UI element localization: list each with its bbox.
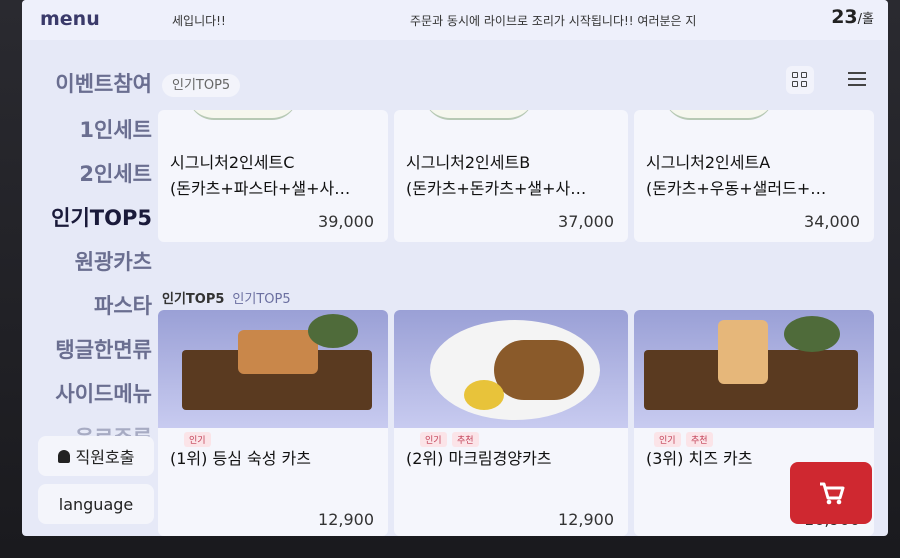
- menu-desc: (돈카츠+파스타+샐+사…: [170, 179, 351, 198]
- sidebar-item-top5[interactable]: 인기TOP5: [51, 202, 152, 232]
- tab-bar: 인기TOP5: [162, 74, 241, 97]
- badge-popular: 인기: [654, 432, 681, 447]
- food-photo: [158, 310, 388, 428]
- menu-desc: (돈카츠+돈카츠+샐+사…: [406, 179, 587, 198]
- menu-card[interactable]: 시그니처2인세트A (돈카츠+우동+샐러드+… 34,000: [634, 110, 874, 242]
- food-plate-image: [188, 110, 298, 120]
- grid-view-icon[interactable]: [786, 66, 814, 94]
- katsu-image: [238, 330, 318, 374]
- food-photo: [394, 310, 628, 428]
- badge-recommend: 추천: [686, 432, 713, 447]
- table-number: 23/홀: [831, 6, 874, 28]
- food-plate-image: [424, 110, 534, 120]
- food-plate-image: [664, 110, 774, 120]
- menu-name: (3위) 치즈 카츠: [646, 449, 753, 468]
- section-header: 인기TOP5 인기TOP5: [162, 288, 291, 307]
- badge-popular: 인기: [420, 432, 447, 447]
- table-suffix: /홀: [857, 12, 874, 27]
- bell-icon: [57, 449, 70, 463]
- salad-bowl-image: [784, 316, 840, 352]
- menu-desc: (돈카츠+우동+샐러드+…: [646, 179, 827, 198]
- sidebar-item-side[interactable]: 사이드메뉴: [55, 378, 152, 408]
- notice-marquee: 세입니다!! 주문과 동시에 라이브로 조리가 시작됩니다!! 여러분은 지: [172, 12, 696, 29]
- kiosk-screen: menu 세입니다!! 주문과 동시에 라이브로 조리가 시작됩니다!! 여러분…: [22, 0, 888, 536]
- list-view-icon[interactable]: [848, 72, 866, 86]
- menu-price: 12,900: [318, 510, 374, 529]
- device-frame: menu 세입니다!! 주문과 동시에 라이브로 조리가 시작됩니다!! 여러분…: [0, 0, 900, 558]
- menu-name: (1위) 등심 숙성 카츠: [170, 449, 311, 468]
- food-photo: [634, 310, 874, 428]
- menu-card[interactable]: (1위) 등심 숙성 카츠 12,900: [158, 310, 388, 536]
- staff-call-button[interactable]: 직원호출: [38, 436, 154, 476]
- cheese-katsu-image: [718, 320, 768, 384]
- sauce-katsu-image: [494, 340, 584, 400]
- menu-price: 12,900: [558, 510, 614, 529]
- cart-icon: [820, 482, 845, 505]
- menu-price: 34,000: [804, 212, 860, 231]
- salad-bowl-image: [308, 314, 358, 348]
- sidebar-item-double-set[interactable]: 2인세트: [79, 158, 152, 188]
- sidebar-item-noodles[interactable]: 탱글한면류: [55, 334, 152, 364]
- sidebar-item-event[interactable]: 이벤트참여: [55, 68, 152, 98]
- marquee-text-1: 세입니다!!: [172, 14, 226, 28]
- menu-name: (2위) 마크림경양카츠: [406, 449, 552, 468]
- menu-card[interactable]: (2위) 마크림경양카츠 12,900: [394, 310, 628, 536]
- section-subtitle: 인기TOP5: [232, 292, 291, 307]
- menu-price: 39,000: [318, 212, 374, 231]
- menu-price: 37,000: [558, 212, 614, 231]
- table-number-value: 23: [831, 6, 858, 28]
- sidebar-item-pasta[interactable]: 파스타: [94, 290, 152, 320]
- menu-name: 시그니처2인세트A: [646, 153, 771, 172]
- menu-card[interactable]: 시그니처2인세트B (돈카츠+돈카츠+샐+사… 37,000: [394, 110, 628, 242]
- badge-popular: 인기: [184, 432, 211, 447]
- badge-recommend: 추천: [452, 432, 479, 447]
- section-title: 인기TOP5: [162, 292, 225, 307]
- cart-button[interactable]: [790, 462, 872, 524]
- menu-card[interactable]: 시그니처2인세트C (돈카츠+파스타+샐+사… 39,000: [158, 110, 388, 242]
- top-bar: menu 세입니다!! 주문과 동시에 라이브로 조리가 시작됩니다!! 여러분…: [22, 0, 888, 40]
- category-sidebar: 이벤트참여 1인세트 2인세트 인기TOP5 원광카츠 파스타 탱글한면류 사이…: [22, 56, 154, 536]
- sidebar-item-katsu[interactable]: 원광카츠: [75, 246, 152, 276]
- language-label: language: [58, 494, 134, 514]
- language-button[interactable]: language: [38, 484, 154, 524]
- menu-name: 시그니처2인세트B: [406, 153, 531, 172]
- marquee-text-2: 주문과 동시에 라이브로 조리가 시작됩니다!! 여러분은 지: [410, 14, 697, 28]
- staff-call-label: 직원호출: [75, 448, 135, 467]
- menu-name: 시그니처2인세트C: [170, 153, 295, 172]
- tab-top5[interactable]: 인기TOP5: [162, 74, 241, 97]
- corn-image: [464, 380, 504, 410]
- app-logo: menu: [40, 8, 100, 30]
- sidebar-item-single-set[interactable]: 1인세트: [79, 114, 152, 144]
